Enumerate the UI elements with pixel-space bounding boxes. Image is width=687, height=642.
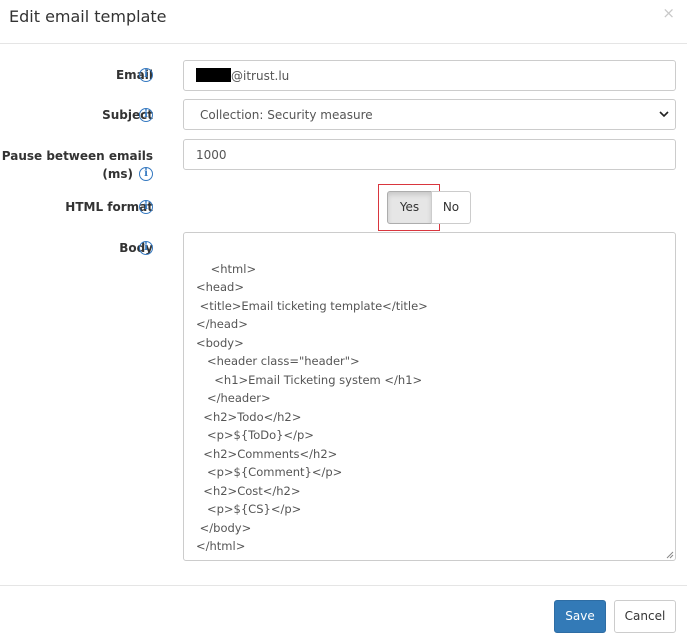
chevron-down-icon [659,111,669,118]
email-field[interactable]: @itrust.lu [183,60,676,91]
pause-label-line2: (ms) [102,167,133,181]
close-icon[interactable]: × [662,4,675,22]
info-icon[interactable]: i [139,108,153,122]
info-icon[interactable]: i [139,167,153,181]
pause-value: 1000 [196,148,227,162]
subject-select[interactable]: Collection: Security measure [183,99,676,130]
subject-selected-value: Collection: Security measure [200,108,373,122]
body-textarea[interactable]: <html> <head> <title>Email ticketing tem… [183,232,676,561]
html-format-yes-button[interactable]: Yes [387,191,432,224]
resize-handle-icon[interactable] [665,550,674,559]
info-icon[interactable]: i [139,241,153,255]
pause-label-line1: Pause between emails [1,149,153,163]
email-domain: @itrust.lu [231,69,290,83]
body-text: <html> <head> <title>Email ticketing tem… [196,261,428,554]
cancel-button[interactable]: Cancel [614,600,676,633]
dialog-header: Edit email template × [0,0,687,44]
edit-email-template-dialog: Edit email template × Email i @itrust.lu… [0,0,687,642]
dialog-title: Edit email template [9,7,167,26]
info-icon[interactable]: i [139,200,153,214]
save-button[interactable]: Save [554,600,606,633]
redacted-text [196,68,231,82]
info-icon[interactable]: i [139,68,153,82]
pause-input[interactable]: 1000 [183,139,676,170]
html-format-no-button[interactable]: No [431,191,471,224]
